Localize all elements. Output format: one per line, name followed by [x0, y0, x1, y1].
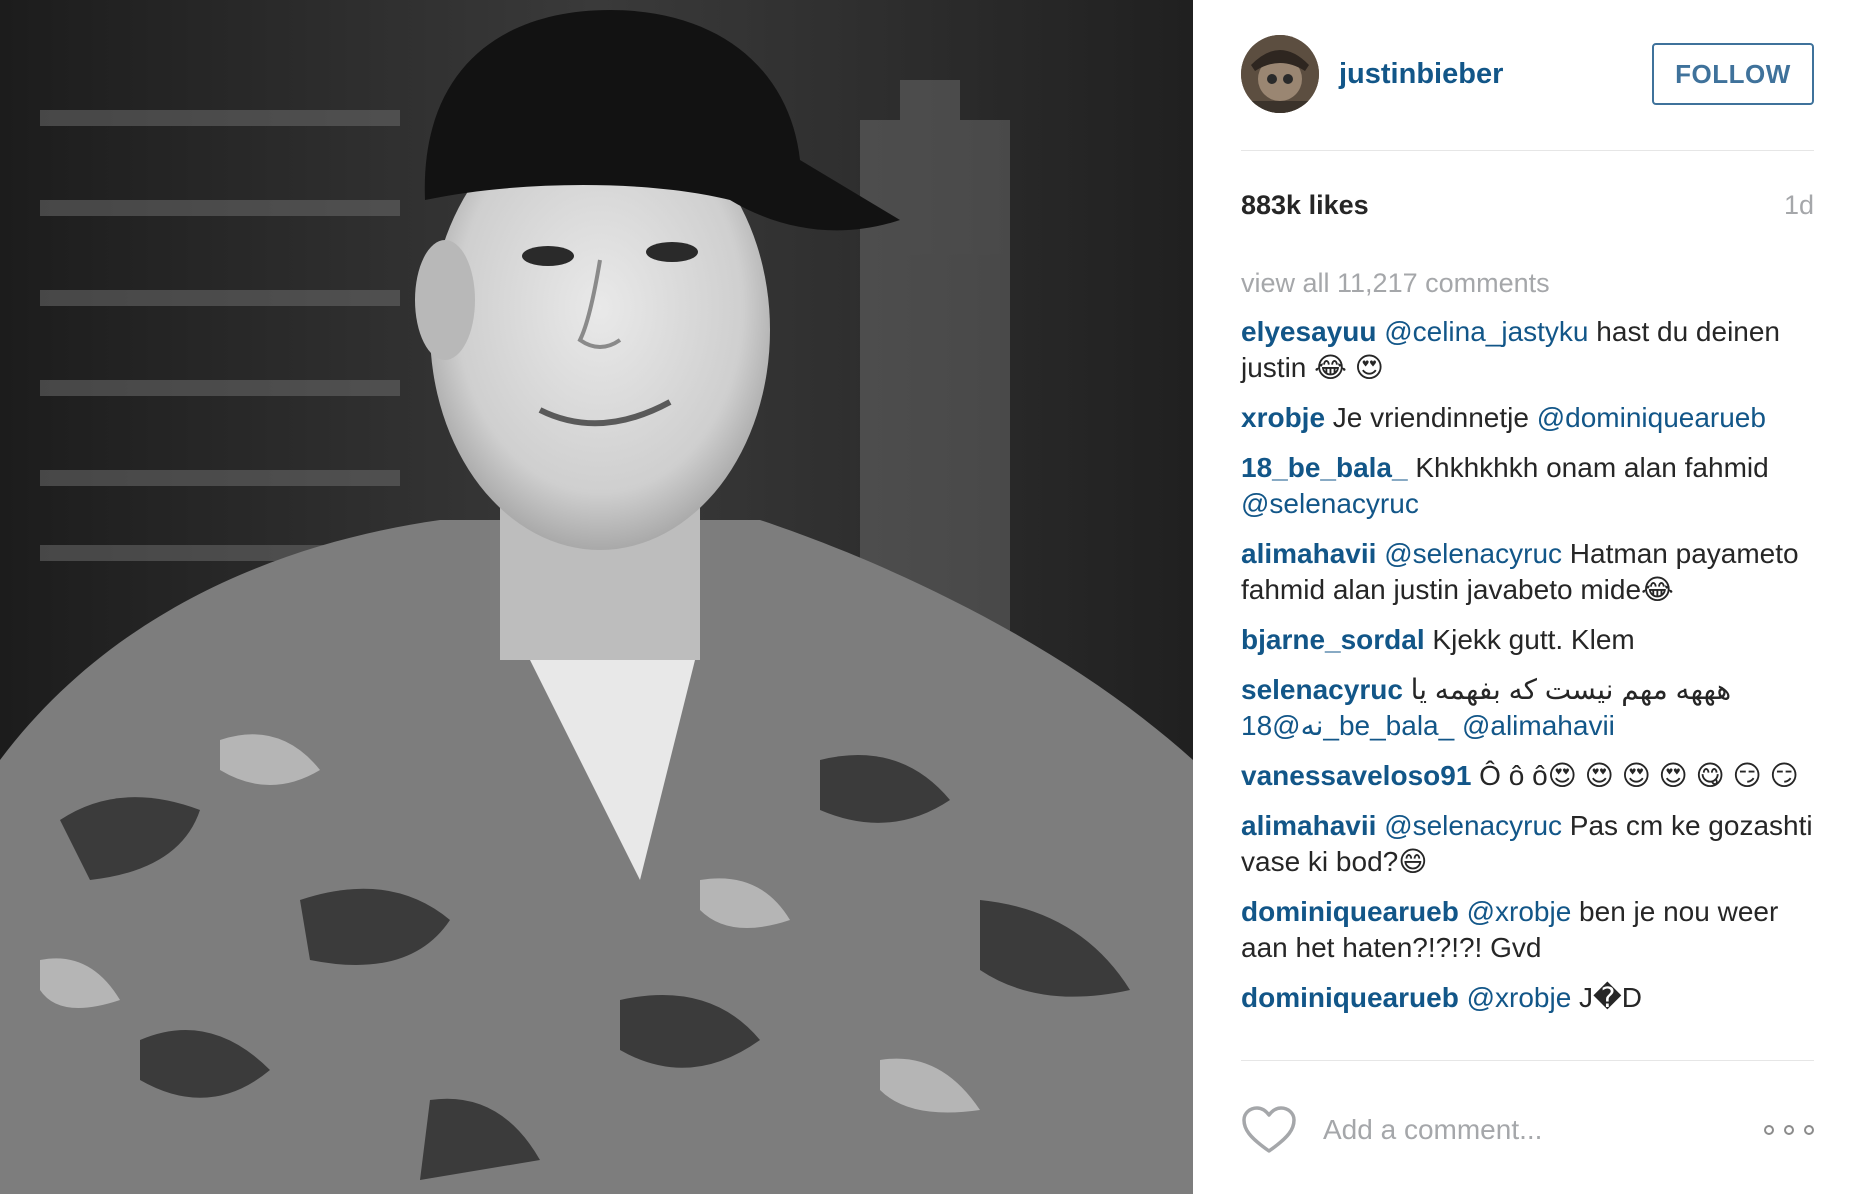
comment-text: Ô ô ô😍 😍 😍 😍 😋 😏 😏 [1471, 760, 1799, 791]
dot-icon [1804, 1125, 1814, 1135]
comment-item: alimahavii @selenacyruc Hatman payameto … [1241, 536, 1821, 608]
comment-mention[interactable]: @dominiquearueb [1537, 402, 1766, 433]
comment-item: dominiquearueb @xrobje J�D [1241, 980, 1821, 1016]
comment-mention[interactable]: 18@نه_be_bala_ @alimahavii [1241, 710, 1615, 741]
comment-mention[interactable]: @selenacyruc [1384, 810, 1562, 841]
comment-item: bjarne_sordal Kjekk gutt. Klem [1241, 622, 1821, 658]
comments-list: elyesayuu @celina_jastyku hast du deinen… [1241, 314, 1821, 1030]
avatar[interactable] [1241, 35, 1319, 113]
comment-author[interactable]: vanessaveloso91 [1241, 760, 1471, 791]
comment-author[interactable]: xrobje [1241, 402, 1325, 433]
post-time[interactable]: 1d [1784, 190, 1814, 221]
dot-icon [1784, 1125, 1794, 1135]
comment-item: selenacyruc هههه مهم نیست که بفهمه یا 18… [1241, 672, 1821, 744]
comment-author[interactable]: elyesayuu [1241, 316, 1376, 347]
likes-count[interactable]: 883k likes [1241, 190, 1369, 221]
add-comment-input[interactable] [1321, 1113, 1764, 1147]
comment-author[interactable]: 18_be_bala_ [1241, 452, 1408, 483]
comment-mention[interactable]: @selenacyruc [1241, 488, 1419, 519]
post-header: justinbieber FOLLOW [1241, 34, 1814, 114]
view-all-comments-link[interactable]: view all 11,217 comments [1241, 268, 1550, 299]
comment-author[interactable]: alimahavii [1241, 810, 1376, 841]
avatar-image [1241, 35, 1319, 113]
post-photo-image [0, 0, 1193, 1194]
more-options-icon[interactable] [1764, 1120, 1814, 1140]
comment-item: xrobje Je vriendinnetje @dominiquearueb [1241, 400, 1821, 436]
comment-author[interactable]: bjarne_sordal [1241, 624, 1425, 655]
comment-item: 18_be_bala_ Khkhkhkh onam alan fahmid @s… [1241, 450, 1821, 522]
header-divider [1241, 150, 1814, 151]
comment-mention[interactable]: @xrobje [1467, 896, 1572, 927]
post-stats: 883k likes 1d [1241, 190, 1814, 221]
comment-item: vanessaveloso91 Ô ô ô😍 😍 😍 😍 😋 😏 😏 [1241, 758, 1821, 794]
footer-divider [1241, 1060, 1814, 1061]
comment-text: Khkhkhkh onam alan fahmid [1407, 452, 1769, 483]
comment-author[interactable]: selenacyruc [1241, 674, 1403, 705]
comment-item: elyesayuu @celina_jastyku hast du deinen… [1241, 314, 1821, 386]
comment-text: J�D [1571, 982, 1642, 1013]
heart-icon[interactable] [1241, 1105, 1297, 1155]
comment-text: Kjekk gutt. Klem [1424, 624, 1635, 655]
comment-mention[interactable]: @celina_jastyku [1384, 316, 1588, 347]
comment-text: Je vriendinnetje [1325, 402, 1537, 433]
comment-mention[interactable]: @selenacyruc [1384, 538, 1562, 569]
follow-button[interactable]: FOLLOW [1652, 43, 1814, 105]
add-comment-row [1241, 1105, 1814, 1155]
comment-text: هههه مهم نیست که بفهمه یا [1402, 674, 1732, 705]
post-details-panel: justinbieber FOLLOW 883k likes 1d view a… [1193, 0, 1860, 1194]
comment-author[interactable]: dominiquearueb [1241, 982, 1459, 1013]
comment-item: alimahavii @selenacyruc Pas cm ke gozash… [1241, 808, 1821, 880]
comment-item: dominiquearueb @xrobje ben je nou weer a… [1241, 894, 1821, 966]
dot-icon [1764, 1125, 1774, 1135]
post-photo[interactable] [0, 0, 1193, 1194]
comment-mention[interactable]: @xrobje [1467, 982, 1572, 1013]
username-link[interactable]: justinbieber [1339, 58, 1503, 91]
comment-author[interactable]: alimahavii [1241, 538, 1376, 569]
comment-author[interactable]: dominiquearueb [1241, 896, 1459, 927]
